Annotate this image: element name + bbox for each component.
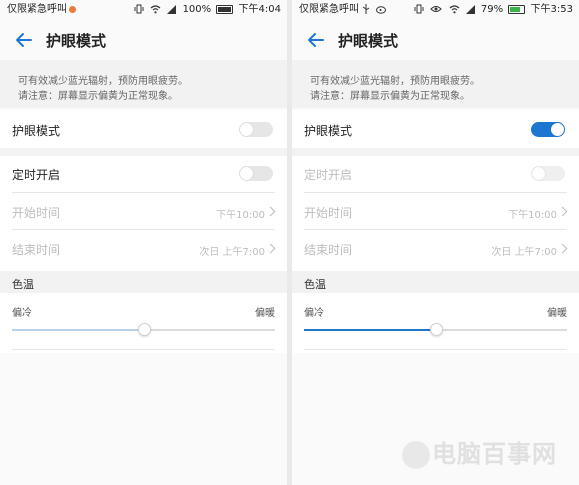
status-bar: 仅限紧急呼叫 79% 下午3:53 <box>292 0 579 20</box>
description-line-1: 可有效减少蓝光辐射，预防用眼疲劳。 <box>18 76 188 87</box>
schedule-group: 定时开启 开始时间 下午10:00 结束时间 次日 上午7:00 <box>292 156 579 271</box>
signal-icon <box>465 5 475 14</box>
screen-left: 仅限紧急呼叫 100% 下午4:04 护眼模式 可有效减少蓝光辐射，预防用眼疲劳… <box>0 0 287 485</box>
description-line-2: 请注意：屏幕显示偏黄为正常现象。 <box>310 91 470 102</box>
chevron-right-icon <box>265 206 276 217</box>
wifi-icon <box>449 5 459 14</box>
section-gap <box>292 148 579 156</box>
section-gap <box>0 148 287 156</box>
divider <box>12 192 275 193</box>
screen-right: 仅限紧急呼叫 79% 下午3:53 护眼模式 可有效减少蓝光辐射，预防用眼疲劳。… <box>292 0 579 485</box>
carrier-text: 仅限紧急呼叫 <box>299 4 359 15</box>
divider <box>304 229 567 230</box>
color-temp-label: 色温 <box>12 278 34 291</box>
start-time-label: 开始时间 <box>304 206 353 220</box>
clock: 下午4:04 <box>238 4 281 15</box>
description: 可有效减少蓝光辐射，预防用眼疲劳。 请注意：屏幕显示偏黄为正常现象。 <box>0 60 287 108</box>
signal-icon <box>167 5 177 14</box>
eye-comfort-icon <box>430 6 443 12</box>
vibrate-icon <box>414 4 424 14</box>
status-bar: 仅限紧急呼叫 100% 下午4:04 <box>0 0 287 20</box>
start-time-label: 开始时间 <box>12 206 61 220</box>
color-temp-section: 色温 <box>292 271 579 293</box>
end-time-label: 结束时间 <box>304 243 353 257</box>
schedule-group: 定时开启 开始时间 下午10:00 结束时间 次日 上午7:00 <box>0 156 287 271</box>
description-line-2: 请注意：屏幕显示偏黄为正常现象。 <box>18 91 178 102</box>
weibo-icon <box>376 6 387 14</box>
schedule-toggle[interactable] <box>239 166 273 181</box>
description: 可有效减少蓝光辐射，预防用眼疲劳。 请注意：屏幕显示偏黄为正常现象。 <box>292 60 579 108</box>
end-time-label: 结束时间 <box>12 243 61 257</box>
color-temp-section: 色温 <box>0 271 287 293</box>
back-arrow-icon[interactable] <box>306 30 326 50</box>
battery-icon <box>216 4 234 14</box>
divider <box>304 349 567 350</box>
eye-mode-row[interactable]: 护眼模式 <box>0 110 287 148</box>
notification-icon <box>69 5 76 13</box>
eye-mode-toggle[interactable] <box>531 122 565 137</box>
battery-icon <box>508 4 526 14</box>
warm-label: 偏暖 <box>547 308 567 319</box>
description-line-1: 可有效减少蓝光辐射，预防用眼疲劳。 <box>310 76 480 87</box>
watermark-text: 电脑百事网 <box>432 440 557 468</box>
slider-thumb[interactable] <box>138 323 151 336</box>
schedule-label: 定时开启 <box>304 168 353 182</box>
end-time-value: 次日 上午7:00 <box>491 247 557 258</box>
page-title: 护眼模式 <box>46 32 107 50</box>
title-bar: 护眼模式 <box>292 22 579 58</box>
battery-percent: 79% <box>480 4 504 15</box>
end-time-value: 次日 上午7:00 <box>199 247 265 258</box>
start-time-value: 下午10:00 <box>216 210 265 221</box>
eye-mode-label: 护眼模式 <box>12 124 61 138</box>
eye-mode-row[interactable]: 护眼模式 <box>292 110 579 148</box>
cool-label: 偏冷 <box>304 308 324 319</box>
warm-label: 偏暖 <box>255 308 275 319</box>
chevron-right-icon <box>557 206 568 217</box>
back-arrow-icon[interactable] <box>14 30 34 50</box>
slider-fill <box>12 329 144 331</box>
eye-mode-label: 护眼模式 <box>304 124 353 138</box>
wifi-icon <box>150 5 161 14</box>
battery-percent: 100% <box>182 4 212 15</box>
clock: 下午3:53 <box>530 4 573 15</box>
color-temp-row: 偏冷 偏暖 <box>292 293 579 353</box>
title-bar: 护眼模式 <box>0 22 287 58</box>
chevron-right-icon <box>557 243 568 254</box>
slider-thumb[interactable] <box>430 323 443 336</box>
color-temp-slider[interactable] <box>304 323 567 336</box>
vibrate-icon <box>134 4 144 14</box>
color-temp-slider[interactable] <box>12 323 275 336</box>
color-temp-row: 偏冷 偏暖 <box>0 293 287 353</box>
schedule-label: 定时开启 <box>12 168 61 182</box>
watermark-logo-icon <box>402 441 430 469</box>
usb-icon <box>362 4 370 14</box>
color-temp-label: 色温 <box>304 278 326 291</box>
schedule-toggle[interactable] <box>531 166 565 181</box>
divider <box>304 192 567 193</box>
carrier-text: 仅限紧急呼叫 <box>7 4 67 15</box>
eye-mode-toggle[interactable] <box>239 122 273 137</box>
page-title: 护眼模式 <box>338 32 399 50</box>
start-time-value: 下午10:00 <box>508 210 557 221</box>
slider-fill <box>304 329 436 331</box>
watermark: 电脑百事网 <box>402 434 557 469</box>
divider <box>12 229 275 230</box>
chevron-right-icon <box>265 243 276 254</box>
cool-label: 偏冷 <box>12 308 32 319</box>
divider <box>12 349 275 350</box>
